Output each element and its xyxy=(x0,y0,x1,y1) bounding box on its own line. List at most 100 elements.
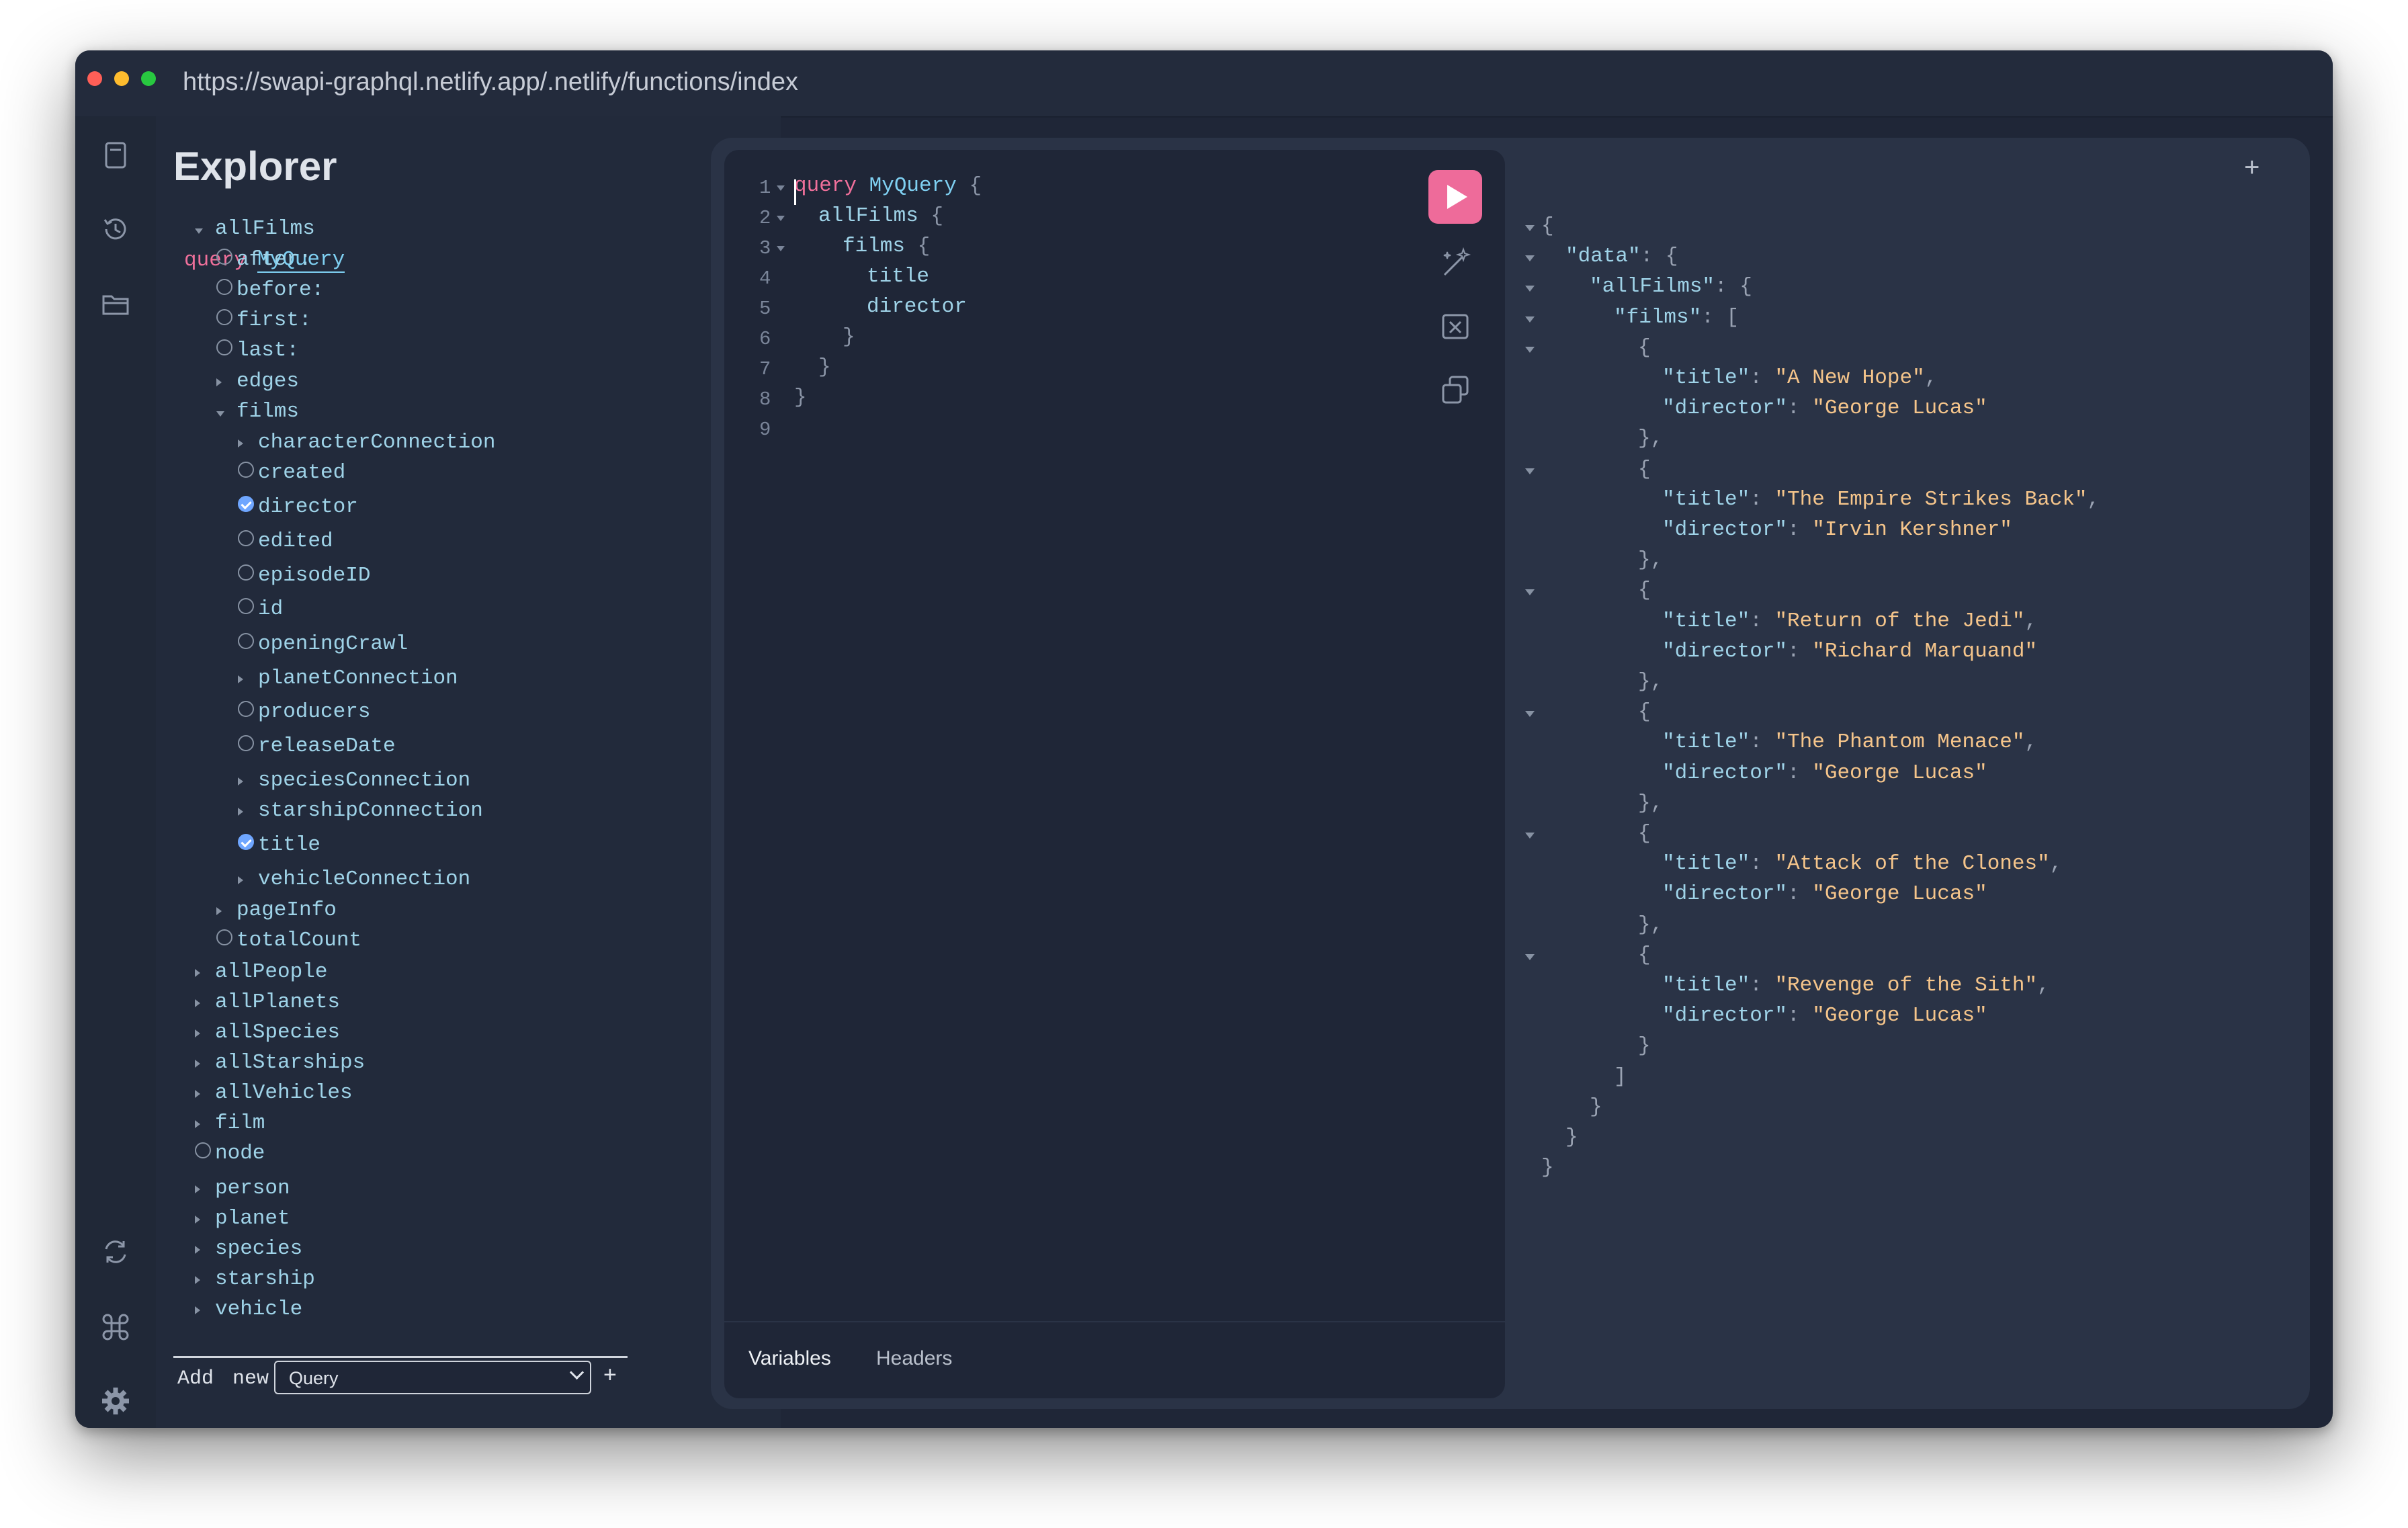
explorer-field-releaseDate[interactable]: releaseDate xyxy=(238,734,396,758)
checkbox-icon[interactable] xyxy=(216,279,232,295)
fold-icon[interactable] xyxy=(1525,316,1535,323)
settings-icon[interactable] xyxy=(99,1385,132,1417)
explorer-field-characterConnection[interactable]: characterConnection xyxy=(238,431,495,454)
checkbox-checked-icon[interactable] xyxy=(238,834,254,850)
prettify-icon[interactable] xyxy=(1438,245,1474,282)
explorer-field-allPlanets[interactable]: allPlanets xyxy=(195,990,340,1014)
close-window-button[interactable] xyxy=(87,71,102,86)
chevron-right-icon[interactable] xyxy=(195,1029,200,1037)
explorer-field-edited[interactable]: edited xyxy=(238,529,333,553)
checkbox-checked-icon[interactable] xyxy=(238,496,254,512)
checkbox-icon[interactable] xyxy=(238,735,254,751)
chevron-right-icon[interactable] xyxy=(238,808,243,816)
explorer-field-id[interactable]: id xyxy=(238,597,283,621)
chevron-right-icon[interactable] xyxy=(195,1060,200,1068)
explorer-field-allFilms[interactable]: allFilms xyxy=(195,217,315,241)
chevron-right-icon[interactable] xyxy=(216,907,222,915)
checkbox-icon[interactable] xyxy=(238,564,254,581)
explorer-field-episodeID[interactable]: episodeID xyxy=(238,564,370,587)
chevron-right-icon[interactable] xyxy=(238,675,243,683)
explorer-field-node[interactable]: node xyxy=(195,1142,265,1165)
explorer-field-allPeople[interactable]: allPeople xyxy=(195,960,327,984)
chevron-right-icon[interactable] xyxy=(195,1185,200,1193)
explorer-field-vehicleConnection[interactable]: vehicleConnection xyxy=(238,867,470,891)
fold-icon[interactable] xyxy=(777,246,785,251)
run-query-button[interactable] xyxy=(1428,170,1482,224)
explorer-field-allStarships[interactable]: allStarships xyxy=(195,1051,365,1074)
command-icon[interactable] xyxy=(99,1311,132,1343)
explorer-field-before[interactable]: before: xyxy=(216,278,324,302)
explorer-field-director[interactable]: director xyxy=(238,495,358,519)
chevron-right-icon[interactable] xyxy=(195,1276,200,1284)
fold-icon[interactable] xyxy=(1525,225,1535,231)
explorer-field-planetConnection[interactable]: planetConnection xyxy=(238,667,458,690)
chevron-right-icon[interactable] xyxy=(216,378,222,386)
explorer-field-edges[interactable]: edges xyxy=(216,370,299,393)
chevron-right-icon[interactable] xyxy=(195,1090,200,1098)
chevron-right-icon[interactable] xyxy=(195,1216,200,1224)
explorer-field-films[interactable]: films xyxy=(216,400,299,423)
explorer-field-starshipConnection[interactable]: starshipConnection xyxy=(238,799,483,822)
fold-icon[interactable] xyxy=(1525,468,1535,474)
explorer-field-after[interactable]: after: xyxy=(216,248,312,271)
chevron-right-icon[interactable] xyxy=(238,439,243,448)
fold-icon[interactable] xyxy=(777,185,785,191)
checkbox-icon[interactable] xyxy=(238,701,254,717)
checkbox-icon[interactable] xyxy=(216,249,232,265)
fold-icon[interactable] xyxy=(1525,346,1535,353)
chevron-right-icon[interactable] xyxy=(238,876,243,884)
explorer-field-allVehicles[interactable]: allVehicles xyxy=(195,1081,353,1105)
tab-variables[interactable]: Variables xyxy=(748,1347,831,1370)
chevron-right-icon[interactable] xyxy=(195,1120,200,1128)
fold-icon[interactable] xyxy=(1525,286,1535,292)
explorer-field-vehicle[interactable]: vehicle xyxy=(195,1298,302,1321)
copy-query-icon[interactable] xyxy=(1438,372,1474,408)
chevron-right-icon[interactable] xyxy=(238,777,243,786)
minimize-window-button[interactable] xyxy=(114,71,129,86)
explorer-field-person[interactable]: person xyxy=(195,1177,290,1200)
explorer-field-title[interactable]: title xyxy=(238,833,320,857)
docs-icon[interactable] xyxy=(99,139,132,171)
chevron-right-icon[interactable] xyxy=(195,999,200,1007)
chevron-down-icon[interactable] xyxy=(216,411,224,417)
merge-fragments-icon[interactable] xyxy=(1438,308,1474,345)
checkbox-icon[interactable] xyxy=(238,462,254,478)
checkbox-icon[interactable] xyxy=(195,1142,211,1158)
fold-icon[interactable] xyxy=(1525,833,1535,839)
operation-type-select[interactable]: Query xyxy=(274,1361,591,1394)
checkbox-icon[interactable] xyxy=(238,633,254,649)
explorer-field-species[interactable]: species xyxy=(195,1237,302,1261)
explorer-field-producers[interactable]: producers xyxy=(238,700,370,724)
fold-icon[interactable] xyxy=(1525,953,1535,960)
add-tab-button[interactable]: + xyxy=(2244,153,2260,183)
explorer-field-first[interactable]: first: xyxy=(216,308,312,332)
chevron-down-icon[interactable] xyxy=(195,228,203,234)
explorer-field-starship[interactable]: starship xyxy=(195,1267,315,1291)
chevron-right-icon[interactable] xyxy=(195,969,200,977)
maximize-window-button[interactable] xyxy=(141,71,156,86)
explorer-field-pageInfo[interactable]: pageInfo xyxy=(216,898,337,922)
checkbox-icon[interactable] xyxy=(216,339,232,355)
folder-icon[interactable] xyxy=(99,288,132,321)
explorer-field-planet[interactable]: planet xyxy=(195,1207,290,1230)
explorer-field-speciesConnection[interactable]: speciesConnection xyxy=(238,769,470,792)
checkbox-icon[interactable] xyxy=(216,929,232,945)
checkbox-icon[interactable] xyxy=(238,530,254,546)
explorer-field-totalCount[interactable]: totalCount xyxy=(216,929,361,952)
refresh-icon[interactable] xyxy=(99,1236,132,1268)
chevron-right-icon[interactable] xyxy=(195,1246,200,1254)
explorer-field-created[interactable]: created xyxy=(238,461,345,484)
chevron-right-icon[interactable] xyxy=(195,1306,200,1314)
tab-headers[interactable]: Headers xyxy=(876,1347,952,1370)
explorer-field-last[interactable]: last: xyxy=(216,339,299,362)
add-operation-button[interactable]: + xyxy=(603,1362,617,1388)
history-icon[interactable] xyxy=(99,213,132,245)
explorer-field-film[interactable]: film xyxy=(195,1111,265,1135)
query-editor[interactable] xyxy=(724,150,1505,1398)
checkbox-icon[interactable] xyxy=(216,309,232,325)
explorer-field-openingCrawl[interactable]: openingCrawl xyxy=(238,632,408,656)
checkbox-icon[interactable] xyxy=(238,598,254,614)
fold-icon[interactable] xyxy=(777,216,785,221)
fold-icon[interactable] xyxy=(1525,255,1535,262)
fold-icon[interactable] xyxy=(1525,711,1535,718)
